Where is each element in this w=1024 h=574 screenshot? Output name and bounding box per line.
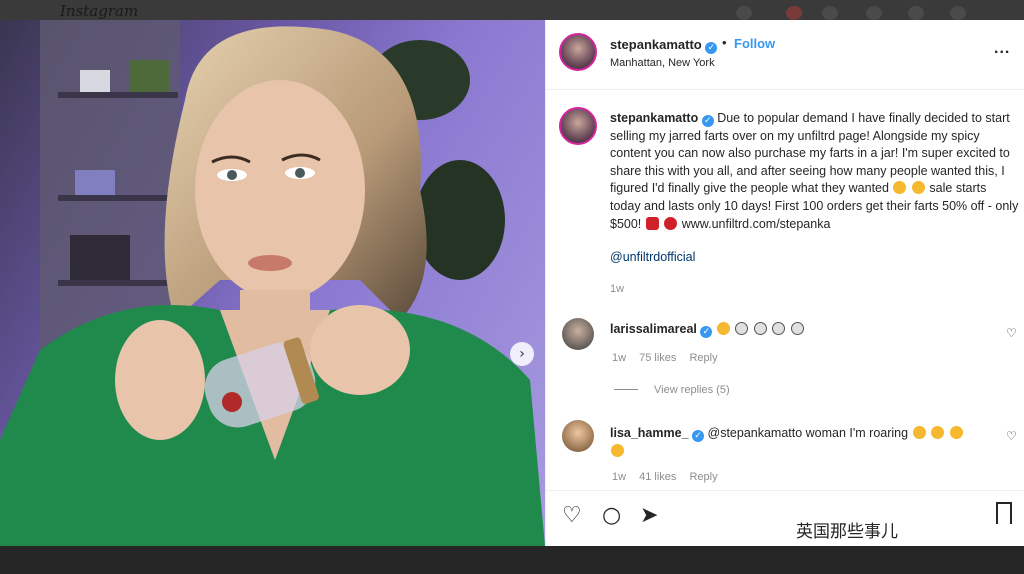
shelf-item [80, 70, 110, 92]
action-bar: ♡ ○ ➤ 英国那些事儿 [546, 490, 1024, 546]
verified-icon: ✓ [692, 430, 705, 442]
comment-heart-icon[interactable]: ♡ [1006, 326, 1017, 340]
hand-emoji [790, 322, 804, 335]
next-arrow-icon[interactable]: › [510, 342, 534, 366]
share-icon[interactable]: ➤ [640, 503, 658, 528]
comment-age[interactable]: 1w [612, 352, 626, 364]
verified-icon: ✓ [700, 326, 713, 338]
shelf-item [75, 170, 115, 195]
follow-button[interactable]: Follow [734, 36, 775, 51]
explore-icon[interactable] [822, 6, 838, 20]
laughing-emoji [912, 426, 926, 439]
shelf-board [58, 280, 178, 286]
post-age[interactable]: 1w [610, 283, 624, 295]
post-header: stepankamatto ✓ • Follow Manhattan, New … [546, 20, 1024, 90]
post-details-panel: stepankamatto ✓ • Follow Manhattan, New … [545, 20, 1024, 546]
caption-link[interactable]: www.unfiltrd.com/stepanka [682, 217, 831, 231]
money-face-emoji [893, 181, 907, 195]
view-replies-label[interactable]: View replies (5) [654, 384, 730, 396]
scream-emoji [611, 444, 624, 457]
comment-username-text[interactable]: larissalimareal [610, 322, 697, 336]
author-username[interactable]: stepankamatto ✓ [610, 37, 718, 54]
commenter-avatar[interactable] [562, 420, 594, 452]
verified-icon: ✓ [701, 115, 714, 127]
heart-emoji [645, 216, 659, 230]
watermark: 英国那些事儿 [796, 522, 898, 542]
heart-icon[interactable]: ♡ [562, 503, 582, 528]
jar-heart [222, 392, 242, 412]
hand-emoji [753, 322, 767, 335]
bookmark-icon[interactable] [996, 502, 1012, 524]
notification-icon[interactable] [786, 6, 802, 20]
caption-mention[interactable]: @unfiltrdofficial [610, 250, 695, 264]
commenter-avatar[interactable] [562, 318, 594, 350]
scream-emoji [911, 181, 925, 195]
compass-icon[interactable] [866, 6, 882, 20]
author-username-text[interactable]: stepankamatto [610, 37, 702, 52]
right-iris [295, 168, 305, 178]
more-icon[interactable]: ... [994, 40, 1010, 58]
instagram-logo[interactable]: Instagram [60, 2, 138, 20]
left-iris [227, 170, 237, 180]
reply-button[interactable]: Reply [689, 471, 717, 483]
laughing-emoji [931, 426, 945, 439]
verified-icon: ✓ [705, 42, 718, 54]
caption-username[interactable]: stepankamatto [610, 111, 698, 125]
lips [248, 255, 292, 271]
right-hand [310, 305, 410, 395]
shelf-item [70, 235, 130, 280]
comment-heart-icon[interactable]: ♡ [1006, 429, 1017, 443]
comment-username[interactable]: larissalimareal ✓ [610, 322, 805, 338]
caption-avatar[interactable] [559, 107, 597, 145]
comment-meta: 1w 75 likes Reply [612, 352, 728, 364]
separator-dot: • [722, 35, 727, 50]
hand-emoji [735, 322, 749, 335]
comment-age[interactable]: 1w [612, 471, 626, 483]
plant-leaves [415, 160, 505, 280]
post-location[interactable]: Manhattan, New York [610, 57, 715, 69]
shelf-board [58, 92, 178, 98]
comment-text: @stepankamatto woman I'm roaring [707, 426, 909, 440]
lips-emoji [664, 216, 678, 230]
bottom-bar [0, 546, 1024, 574]
comment-username: lisa_hamme_ ✓ @stepankamatto woman I'm r… [610, 424, 990, 460]
profile-nav-icon[interactable] [950, 6, 966, 20]
laughing-emoji [716, 322, 730, 335]
plant [130, 60, 170, 92]
replies-divider [614, 389, 638, 390]
author-avatar[interactable] [559, 33, 597, 71]
post-photo[interactable]: › [0, 20, 545, 546]
left-hand [115, 320, 205, 440]
reply-button[interactable]: Reply [689, 352, 717, 364]
comment-username-text[interactable]: lisa_hamme_ [610, 426, 689, 440]
photo-illustration [0, 20, 545, 546]
scream-emoji [949, 426, 963, 439]
view-replies[interactable]: View replies (5) [614, 384, 730, 396]
comment-likes[interactable]: 75 likes [639, 352, 676, 364]
post-caption: stepankamatto ✓ Due to popular demand I … [610, 110, 1020, 233]
comment-meta: 1w 41 likes Reply [612, 471, 728, 483]
comment-likes[interactable]: 41 likes [639, 471, 676, 483]
hand-emoji [772, 322, 786, 335]
home-icon[interactable] [736, 6, 752, 20]
browser-topbar: Instagram [0, 0, 1024, 20]
comment-icon[interactable]: ○ [602, 503, 621, 528]
shelf-board [58, 195, 178, 201]
heart-nav-icon[interactable] [908, 6, 924, 20]
